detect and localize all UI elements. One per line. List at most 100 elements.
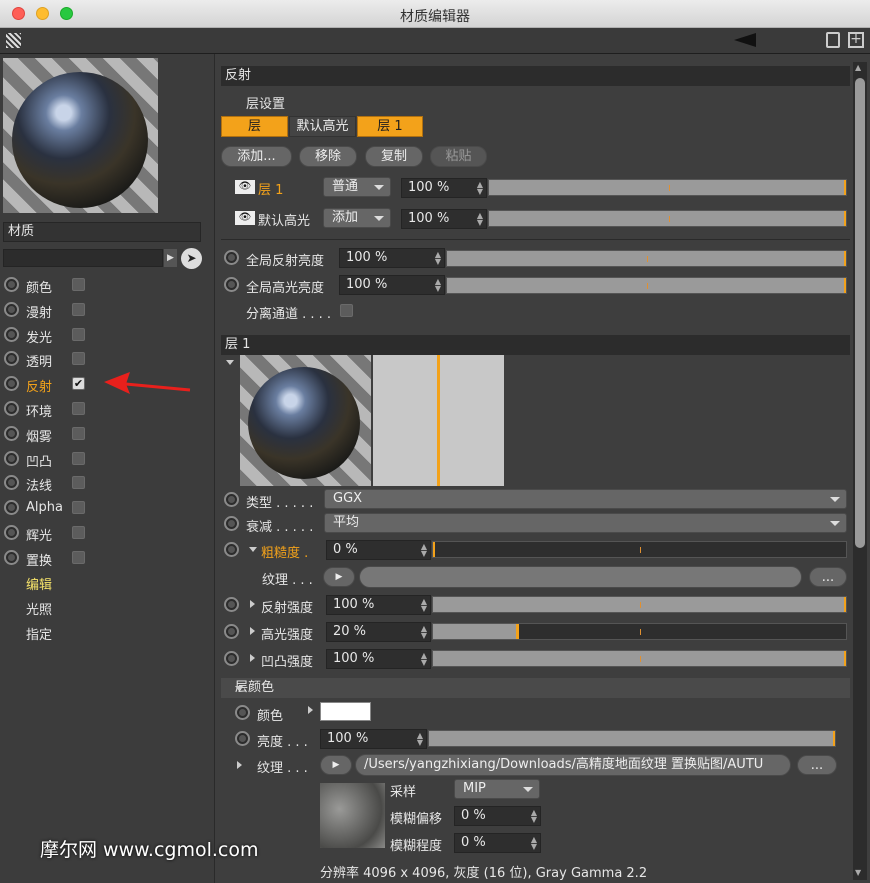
- picker-cursor-icon[interactable]: ➤: [181, 248, 202, 269]
- channel-extra-item[interactable]: 指定: [26, 624, 52, 643]
- add-button[interactable]: 添加...: [221, 146, 292, 167]
- color-texture-play-button[interactable]: ▶: [320, 755, 352, 775]
- channel-label[interactable]: 烟雾: [26, 426, 52, 445]
- expand-icon[interactable]: [250, 627, 255, 635]
- channel-radio[interactable]: [4, 475, 19, 491]
- channel-row[interactable]: 发光: [0, 324, 215, 348]
- channel-checkbox[interactable]: [72, 327, 85, 341]
- roughness-value[interactable]: 0 % ▲ ▼: [326, 540, 431, 560]
- channel-radio[interactable]: [4, 376, 19, 392]
- remove-button[interactable]: 移除: [299, 146, 357, 167]
- channel-label[interactable]: Alpha: [26, 500, 63, 515]
- default-specular-slider[interactable]: [488, 210, 847, 227]
- channel-radio[interactable]: [4, 277, 19, 292]
- channel-label[interactable]: 法线: [26, 475, 52, 494]
- channel-label[interactable]: 反射: [26, 376, 52, 395]
- channel-radio[interactable]: [4, 351, 19, 367]
- spec-strength-radio[interactable]: [224, 624, 239, 639]
- default-specular-name[interactable]: 默认高光: [258, 210, 310, 229]
- channel-label[interactable]: 颜色: [26, 277, 52, 296]
- channel-row[interactable]: Alpha: [0, 497, 215, 521]
- expand-icon[interactable]: [308, 706, 313, 714]
- channel-radio[interactable]: [4, 500, 19, 516]
- attenuation-dropdown[interactable]: 平均: [324, 513, 847, 533]
- spec-strength-slider[interactable]: [432, 623, 847, 640]
- bump-strength-value[interactable]: 100 % ▲ ▼: [326, 649, 431, 669]
- tab-layer[interactable]: 层: [221, 116, 288, 137]
- material-search-input[interactable]: [3, 249, 163, 267]
- channel-label[interactable]: 透明: [26, 351, 52, 370]
- brightness-value[interactable]: 100 % ▲ ▼: [320, 729, 427, 749]
- channel-extra-item[interactable]: 编辑: [26, 574, 52, 593]
- copy-button[interactable]: 复制: [365, 146, 423, 167]
- channel-checkbox[interactable]: [72, 352, 85, 366]
- expand-icon[interactable]: [250, 600, 255, 608]
- collapse-icon[interactable]: [235, 686, 243, 691]
- channel-radio[interactable]: [4, 549, 19, 565]
- global-reflect-value[interactable]: 100 % ▲ ▼: [339, 248, 445, 268]
- scrollbar-track[interactable]: ▲ ▼: [853, 62, 867, 880]
- blur-offset-value[interactable]: 0 % ▲ ▼: [454, 806, 541, 826]
- back-arrow-icon[interactable]: [734, 33, 756, 47]
- expand-icon[interactable]: [249, 547, 257, 552]
- brightness-radio[interactable]: [235, 731, 250, 746]
- paste-button[interactable]: 粘贴: [430, 146, 487, 167]
- color-swatch[interactable]: [320, 702, 371, 721]
- channel-checkbox[interactable]: [72, 302, 85, 316]
- material-name[interactable]: 材质: [3, 222, 201, 242]
- roughness-radio[interactable]: [224, 542, 239, 557]
- channel-checkbox[interactable]: [72, 402, 85, 415]
- attenuation-radio[interactable]: [224, 516, 239, 531]
- default-specular-value[interactable]: 100 % ▲ ▼: [401, 209, 487, 229]
- channel-checkbox[interactable]: [72, 476, 85, 490]
- roughness-texture-field[interactable]: [359, 566, 802, 588]
- layer-1-slider[interactable]: [488, 179, 847, 196]
- color-texture-path[interactable]: /Users/yangzhixiang/Downloads/高精度地面纹理 置换…: [355, 754, 791, 776]
- brightness-slider[interactable]: [428, 730, 836, 747]
- bump-strength-slider[interactable]: [432, 650, 847, 667]
- material-preview[interactable]: [3, 58, 158, 213]
- channel-radio[interactable]: [4, 425, 19, 441]
- tab-layer-1[interactable]: 层 1: [357, 116, 423, 137]
- channel-checkbox[interactable]: [72, 426, 85, 440]
- channel-row[interactable]: 法线: [0, 472, 215, 496]
- grip-icon[interactable]: [6, 33, 21, 48]
- channel-checkbox[interactable]: [72, 526, 85, 539]
- channel-label[interactable]: 漫射: [26, 302, 52, 321]
- channel-row[interactable]: 颜色: [0, 274, 215, 298]
- channel-row[interactable]: 置换: [0, 547, 215, 571]
- channel-label[interactable]: 环境: [26, 401, 52, 420]
- channel-checkbox[interactable]: [72, 278, 85, 291]
- layer-color-header[interactable]: 层颜色: [221, 678, 850, 698]
- channel-checkbox[interactable]: [72, 501, 85, 515]
- channel-label[interactable]: 辉光: [26, 525, 52, 544]
- refl-strength-slider[interactable]: [432, 596, 847, 613]
- channel-row[interactable]: 辉光: [0, 522, 215, 546]
- eye-icon[interactable]: 👁: [235, 211, 255, 225]
- channel-row[interactable]: 透明: [0, 348, 215, 372]
- channel-checkbox[interactable]: [72, 550, 85, 564]
- channel-row[interactable]: 环境: [0, 398, 215, 422]
- channel-label[interactable]: 发光: [26, 327, 52, 346]
- roughness-slider[interactable]: [432, 541, 847, 558]
- refl-strength-radio[interactable]: [224, 597, 239, 612]
- new-window-icon[interactable]: +: [848, 32, 864, 48]
- texture-more-button[interactable]: ...: [809, 567, 847, 587]
- expand-icon[interactable]: [250, 654, 255, 662]
- channel-checkbox[interactable]: [72, 451, 85, 465]
- texture-play-button[interactable]: ▶: [323, 567, 355, 587]
- channel-radio[interactable]: [4, 525, 19, 540]
- color-radio[interactable]: [235, 705, 250, 720]
- global-reflect-radio[interactable]: [224, 250, 239, 265]
- channel-row[interactable]: 烟雾: [0, 423, 215, 447]
- global-spec-value[interactable]: 100 % ▲ ▼: [339, 275, 445, 295]
- refl-strength-value[interactable]: 100 % ▲ ▼: [326, 595, 431, 615]
- type-radio[interactable]: [224, 492, 239, 507]
- channel-label[interactable]: 置换: [26, 550, 52, 569]
- default-specular-mode[interactable]: 添加: [323, 208, 391, 228]
- global-reflect-slider[interactable]: [446, 250, 847, 267]
- bump-strength-radio[interactable]: [224, 651, 239, 666]
- spec-strength-value[interactable]: 20 % ▲ ▼: [326, 622, 431, 642]
- tab-default-specular[interactable]: 默认高光: [289, 116, 356, 137]
- collapse-icon[interactable]: [226, 360, 234, 365]
